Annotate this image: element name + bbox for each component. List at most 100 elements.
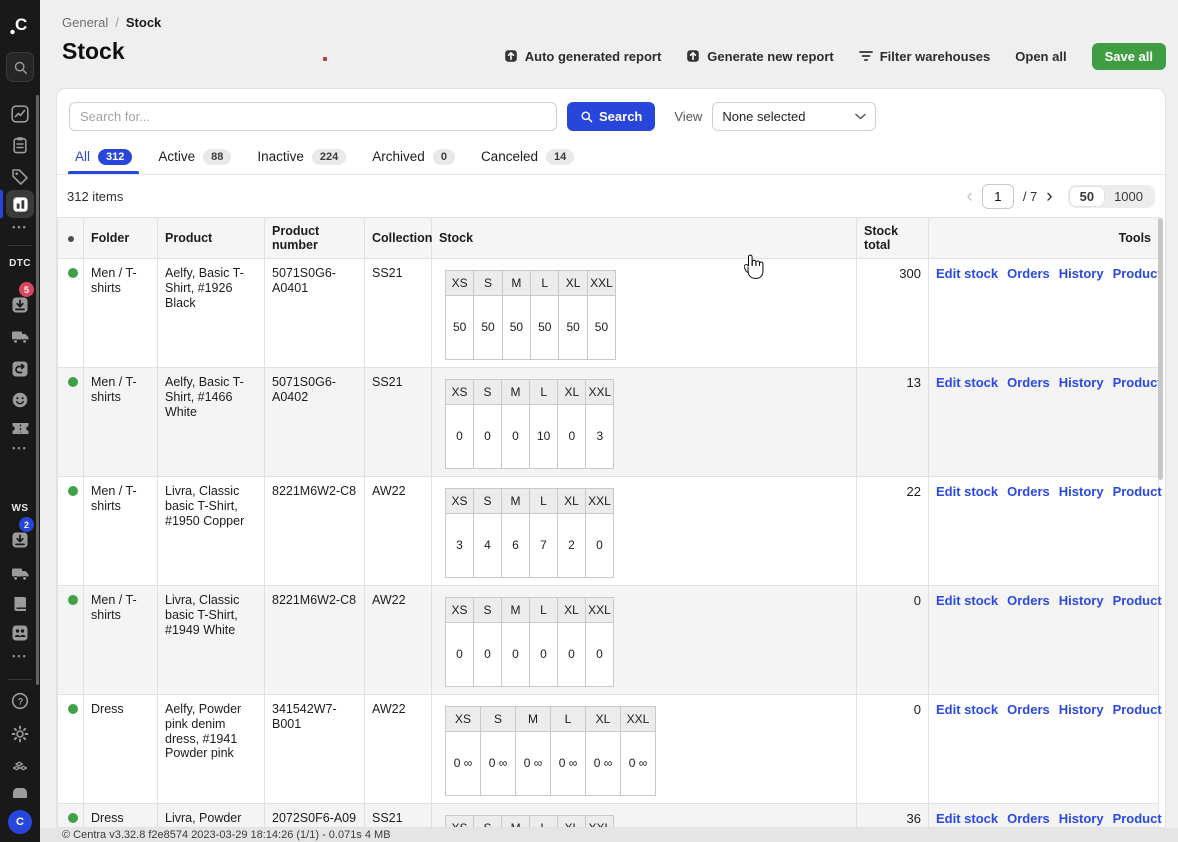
sidebar-item-dtc-vouchers[interactable] <box>0 421 40 436</box>
sidebar-item-products[interactable] <box>0 168 40 186</box>
stock-total-column-header: Stock total <box>857 218 929 259</box>
sidebar-item-ws-accounts[interactable] <box>0 624 40 642</box>
product-column-header: Product <box>158 218 265 259</box>
size-header: S <box>474 489 502 514</box>
tools-link-product[interactable]: Product <box>1113 593 1162 608</box>
sidebar-item-help[interactable]: ? <box>0 692 40 710</box>
tab-inactive[interactable]: Inactive224 <box>257 142 346 174</box>
folder-cell: Men / T-shirts <box>84 586 158 695</box>
sidebar-item-modules[interactable] <box>0 757 40 775</box>
tools-link-edit-stock[interactable]: Edit stock <box>936 484 998 499</box>
user-avatar[interactable]: C <box>8 810 32 834</box>
tools-link-history[interactable]: History <box>1059 484 1104 499</box>
sidebar-item-orders-list[interactable] <box>0 136 40 154</box>
export-icon <box>686 49 700 63</box>
sidebar-item-ws-catalog[interactable] <box>0 595 40 613</box>
matrix-size-header-row: XSSMLXLXXL <box>446 707 656 732</box>
tools-link-history[interactable]: History <box>1059 266 1104 281</box>
tools-link-edit-stock[interactable]: Edit stock <box>936 375 998 390</box>
svg-text:C: C <box>15 15 27 34</box>
tools-link-history[interactable]: History <box>1059 811 1104 826</box>
open-all-button[interactable]: Open all <box>1015 49 1066 64</box>
tools-link-orders[interactable]: Orders <box>1007 702 1050 717</box>
table-scrollbar[interactable] <box>1158 218 1163 480</box>
size-header: XS <box>446 598 474 623</box>
product-number-column-header: Product number <box>265 218 365 259</box>
search-button[interactable]: Search <box>567 102 655 131</box>
tab-active[interactable]: Active88 <box>158 142 231 174</box>
tools-link-orders[interactable]: Orders <box>1007 811 1050 826</box>
breadcrumb-general[interactable]: General <box>62 15 108 30</box>
matrix-value-row: 000000 <box>446 623 614 687</box>
list-meta-row: 312 items ‹ / 7 › 50 1000 <box>57 175 1165 217</box>
sidebar-item-analytics[interactable] <box>0 105 40 123</box>
size-stock-matrix: XSSMLXLXXL346720 <box>445 488 614 578</box>
tools-link-history[interactable]: History <box>1059 702 1104 717</box>
breadcrumb-stock: Stock <box>126 15 161 30</box>
collection-cell: AW22 <box>365 586 432 695</box>
sidebar-item-stock[interactable] <box>6 190 34 218</box>
view-select[interactable]: None selected <box>712 102 876 131</box>
sidebar-item-ws-shipments[interactable] <box>0 566 40 582</box>
tab-archived[interactable]: Archived0 <box>372 142 455 174</box>
centra-logo[interactable]: C <box>0 10 40 40</box>
stock-total-cell: 0 <box>857 586 929 695</box>
catalog-icon <box>12 595 28 613</box>
tools-link-history[interactable]: History <box>1059 375 1104 390</box>
tab-all[interactable]: All312 <box>75 142 132 174</box>
next-page-button[interactable]: › <box>1046 187 1052 206</box>
size-header: XXL <box>586 816 614 829</box>
sidebar-item-dtc-customers[interactable] <box>0 391 40 409</box>
tools-link-edit-stock[interactable]: Edit stock <box>936 702 998 717</box>
stock-matrix-cell: XSSMLXLXXL505050505050 <box>432 259 857 368</box>
tools-link-product[interactable]: Product <box>1113 266 1162 281</box>
search-input[interactable] <box>69 102 557 131</box>
sidebar-item-dtc-shipments[interactable] <box>0 329 40 345</box>
product-number-cell: 5071S0G6-A0401 <box>265 259 365 368</box>
tab-canceled[interactable]: Canceled14 <box>481 142 574 174</box>
tools-link-orders[interactable]: Orders <box>1007 484 1050 499</box>
tools-link-history[interactable]: History <box>1059 593 1104 608</box>
tools-link-edit-stock[interactable]: Edit stock <box>936 811 998 826</box>
matrix-value-row: 0001003 <box>446 405 614 469</box>
page-size-50[interactable]: 50 <box>1070 187 1104 206</box>
sidebar-search-button[interactable] <box>6 52 34 82</box>
status-dot-green <box>68 595 78 605</box>
stock-value-cell: 0 ∞ <box>551 732 586 796</box>
tools-link-orders[interactable]: Orders <box>1007 266 1050 281</box>
tools-link-orders[interactable]: Orders <box>1007 593 1050 608</box>
page-size-1000[interactable]: 1000 <box>1104 187 1153 206</box>
save-all-button[interactable]: Save all <box>1092 43 1166 70</box>
tools-link-product[interactable]: Product <box>1113 375 1162 390</box>
product-name: Livra, Powder pink oversized blazer, #14… <box>165 811 245 828</box>
more-dots-icon: ••• <box>12 651 27 661</box>
sidebar-dtc-more-button[interactable]: ••• <box>0 443 40 453</box>
matrix-value-row: 505050505050 <box>446 296 616 360</box>
sidebar-item-store[interactable] <box>0 788 40 798</box>
auto-generated-report-button[interactable]: Auto generated report <box>504 49 662 64</box>
sidebar-item-dtc-orders[interactable] <box>0 296 40 314</box>
sidebar-item-settings[interactable] <box>0 725 40 743</box>
size-header: M <box>516 707 551 732</box>
sidebar-more-button[interactable]: ••• <box>0 222 40 232</box>
tools-link-edit-stock[interactable]: Edit stock <box>936 593 998 608</box>
stock-total-cell: 300 <box>857 259 929 368</box>
generate-new-report-button[interactable]: Generate new report <box>686 49 833 64</box>
size-stock-matrix: XSSMLXLXXL000000 <box>445 597 614 687</box>
tools-link-product[interactable]: Product <box>1113 484 1162 499</box>
sidebar-scrollbar[interactable] <box>36 95 39 685</box>
page-number-input[interactable] <box>982 184 1014 209</box>
tools-link-orders[interactable]: Orders <box>1007 375 1050 390</box>
page-total: / 7 <box>1023 189 1037 204</box>
sidebar-item-dtc-returns[interactable] <box>0 360 40 378</box>
stock-value-cell: 3 <box>446 514 474 578</box>
tools-link-edit-stock[interactable]: Edit stock <box>936 266 998 281</box>
version-info: © Centra v3.32.8 f2e8574 2023-03-29 18:1… <box>62 829 391 841</box>
tools-link-product[interactable]: Product <box>1113 702 1162 717</box>
tools-link-product[interactable]: Product <box>1113 811 1162 826</box>
sidebar-item-ws-orders[interactable] <box>0 531 40 549</box>
filter-warehouses-button[interactable]: Filter warehouses <box>859 49 991 64</box>
size-header: L <box>530 816 558 829</box>
prev-page-button[interactable]: ‹ <box>966 187 972 206</box>
sidebar-ws-more-button[interactable]: ••• <box>0 651 40 661</box>
